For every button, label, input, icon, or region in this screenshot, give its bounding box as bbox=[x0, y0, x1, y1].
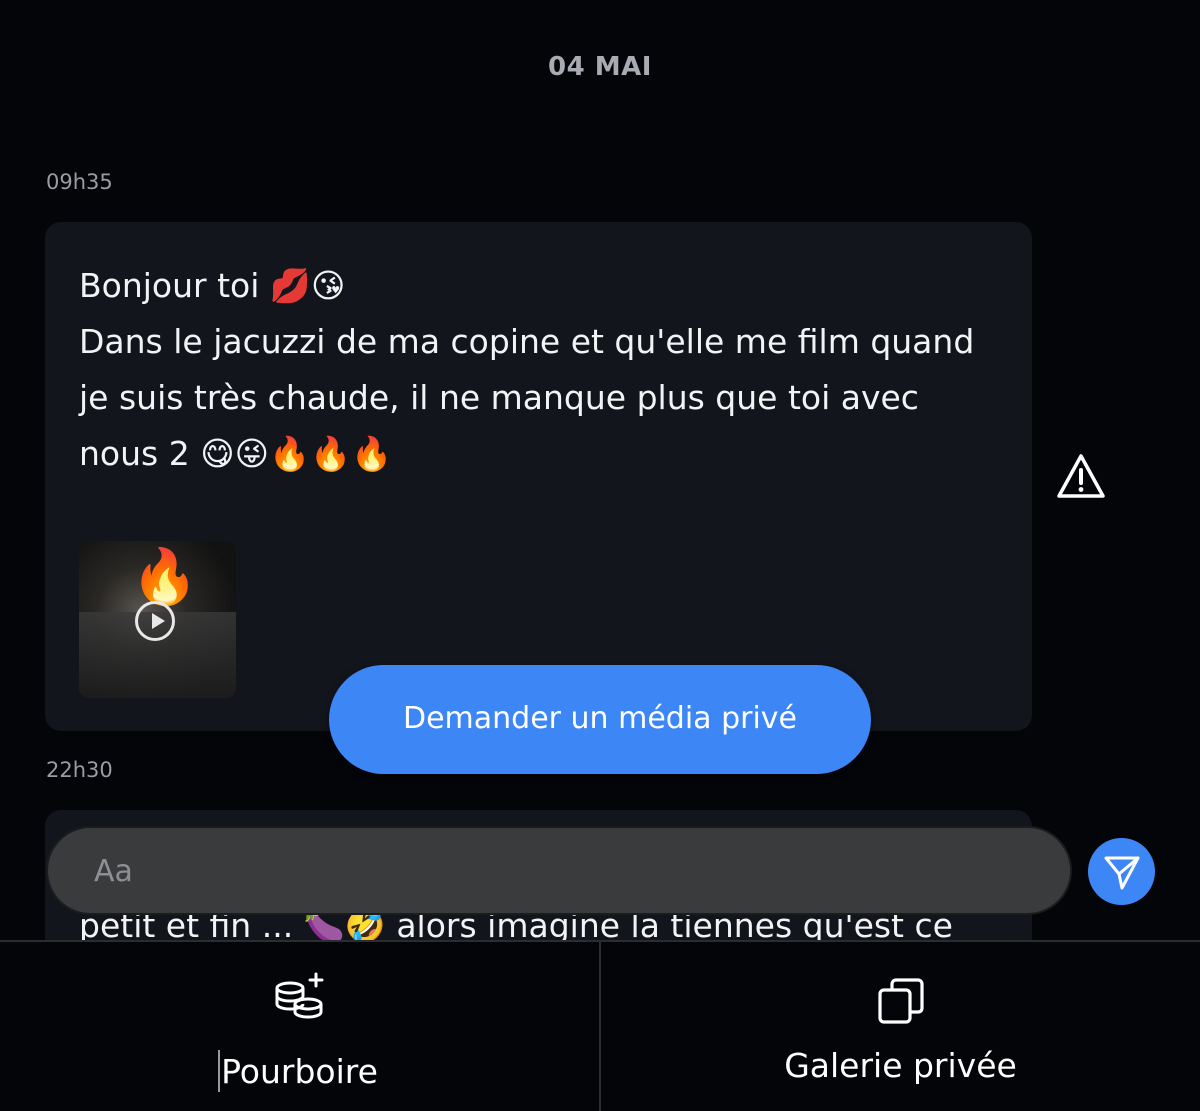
gallery-copy-icon bbox=[877, 978, 924, 1024]
play-icon[interactable] bbox=[135, 601, 175, 641]
date-separator: 04 MAI bbox=[548, 52, 652, 82]
send-icon bbox=[1104, 856, 1140, 890]
message-timestamp: 22h30 bbox=[46, 758, 113, 782]
video-thumbnail[interactable]: 🔥 bbox=[79, 541, 236, 698]
tip-label: Pourboire bbox=[221, 1052, 378, 1091]
message-text: Bonjour toi 💋😘 Dans le jacuzzi de ma cop… bbox=[79, 266, 975, 473]
request-private-media-button[interactable]: Demander un média privé bbox=[329, 665, 871, 774]
coins-plus-icon bbox=[275, 972, 323, 1019]
gallery-label: Galerie privée bbox=[784, 1046, 1017, 1085]
message-bubble: Bonjour toi 💋😘 Dans le jacuzzi de ma cop… bbox=[45, 222, 1032, 731]
bottom-navigation: Pourboire Galerie privée bbox=[0, 940, 1200, 1111]
send-button[interactable] bbox=[1088, 838, 1155, 905]
message-composer bbox=[46, 826, 1072, 915]
tip-button[interactable]: Pourboire bbox=[0, 942, 601, 1111]
message-input[interactable] bbox=[92, 828, 996, 915]
chat-screen: 04 MAI 09h35 Bonjour toi 💋😘 Dans le jacu… bbox=[0, 0, 1200, 1111]
fire-emoji-icon: 🔥 bbox=[131, 545, 199, 608]
report-warning-icon[interactable] bbox=[1056, 452, 1106, 500]
private-gallery-button[interactable]: Galerie privée bbox=[601, 942, 1200, 1111]
message-timestamp: 09h35 bbox=[46, 170, 113, 194]
text-cursor bbox=[218, 1050, 220, 1092]
